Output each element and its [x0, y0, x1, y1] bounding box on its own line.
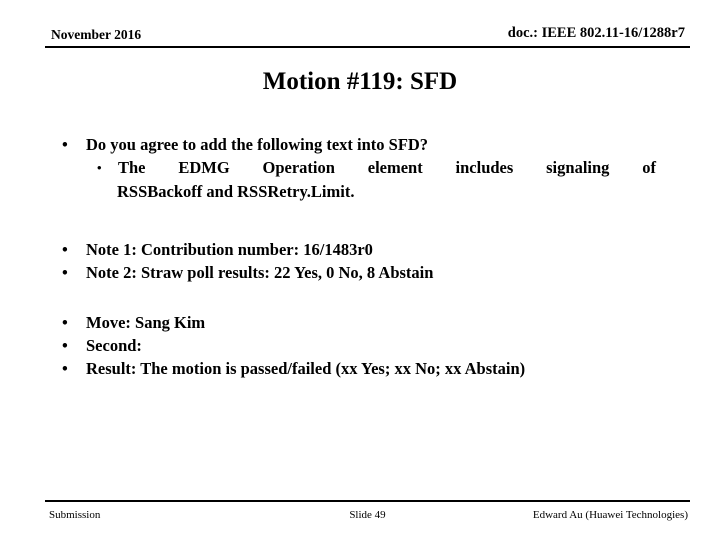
- sub-bullet-marker-icon: •: [97, 160, 102, 175]
- header-date: November 2016: [51, 27, 142, 42]
- spacer-after-group-2: [0, 284, 720, 311]
- slide-footer: Submission Slide 49 Edward Au (Huawei Te…: [45, 500, 690, 530]
- sub-bullet-line-2: RSSBackoff and RSSRetry.Limit.: [117, 181, 355, 201]
- bullet-marker-icon: •: [62, 336, 68, 355]
- bullet-question: • Do you agree to add the following text…: [0, 133, 720, 156]
- bullet-marker-icon: •: [62, 313, 68, 332]
- page-title: Motion #119: SFD: [262, 68, 458, 95]
- bullet-marker-icon: •: [62, 240, 68, 259]
- result-text: Result: The motion is passed/failed (xx …: [86, 359, 526, 378]
- footer-divider: [45, 500, 690, 502]
- bullet-note-1: • Note 1: Contribution number: 16/1483r0: [0, 238, 720, 261]
- sub-bullet-sfd-text: • The EDMG Operation element includes si…: [0, 156, 720, 203]
- bullet-note-2: • Note 2: Straw poll results: 22 Yes, 0 …: [0, 261, 720, 284]
- header-divider: [45, 46, 690, 48]
- slide-canvas: { "header": { "date": "November 2016", "…: [0, 0, 720, 540]
- note-1-text: Note 1: Contribution number: 16/1483r0: [86, 240, 373, 259]
- slide-header: November 2016 doc.: IEEE 802.11-16/1288r…: [45, 24, 690, 50]
- second-text: Second:: [86, 336, 142, 355]
- note-2-text: Note 2: Straw poll results: 22 Yes, 0 No…: [86, 263, 434, 282]
- bullet-move: • Move: Sang Kim: [0, 311, 720, 334]
- bullet-marker-icon: •: [62, 263, 68, 282]
- spacer-after-group-1: [0, 203, 720, 238]
- slide-body: • Do you agree to add the following text…: [0, 133, 720, 380]
- bullet-marker-icon: •: [62, 359, 68, 378]
- bullet-result: • Result: The motion is passed/failed (x…: [0, 357, 720, 380]
- bullet-second: • Second:: [0, 334, 720, 357]
- bullet-marker-icon: •: [62, 135, 68, 154]
- move-text: Move: Sang Kim: [86, 313, 206, 332]
- header-document-number: doc.: IEEE 802.11-16/1288r7: [507, 25, 685, 41]
- bullet-question-text: Do you agree to add the following text i…: [86, 135, 429, 154]
- footer-author: Edward Au (Huawei Technologies): [532, 509, 688, 521]
- sub-bullet-line-1: The EDMG Operation element includes sign…: [118, 158, 656, 177]
